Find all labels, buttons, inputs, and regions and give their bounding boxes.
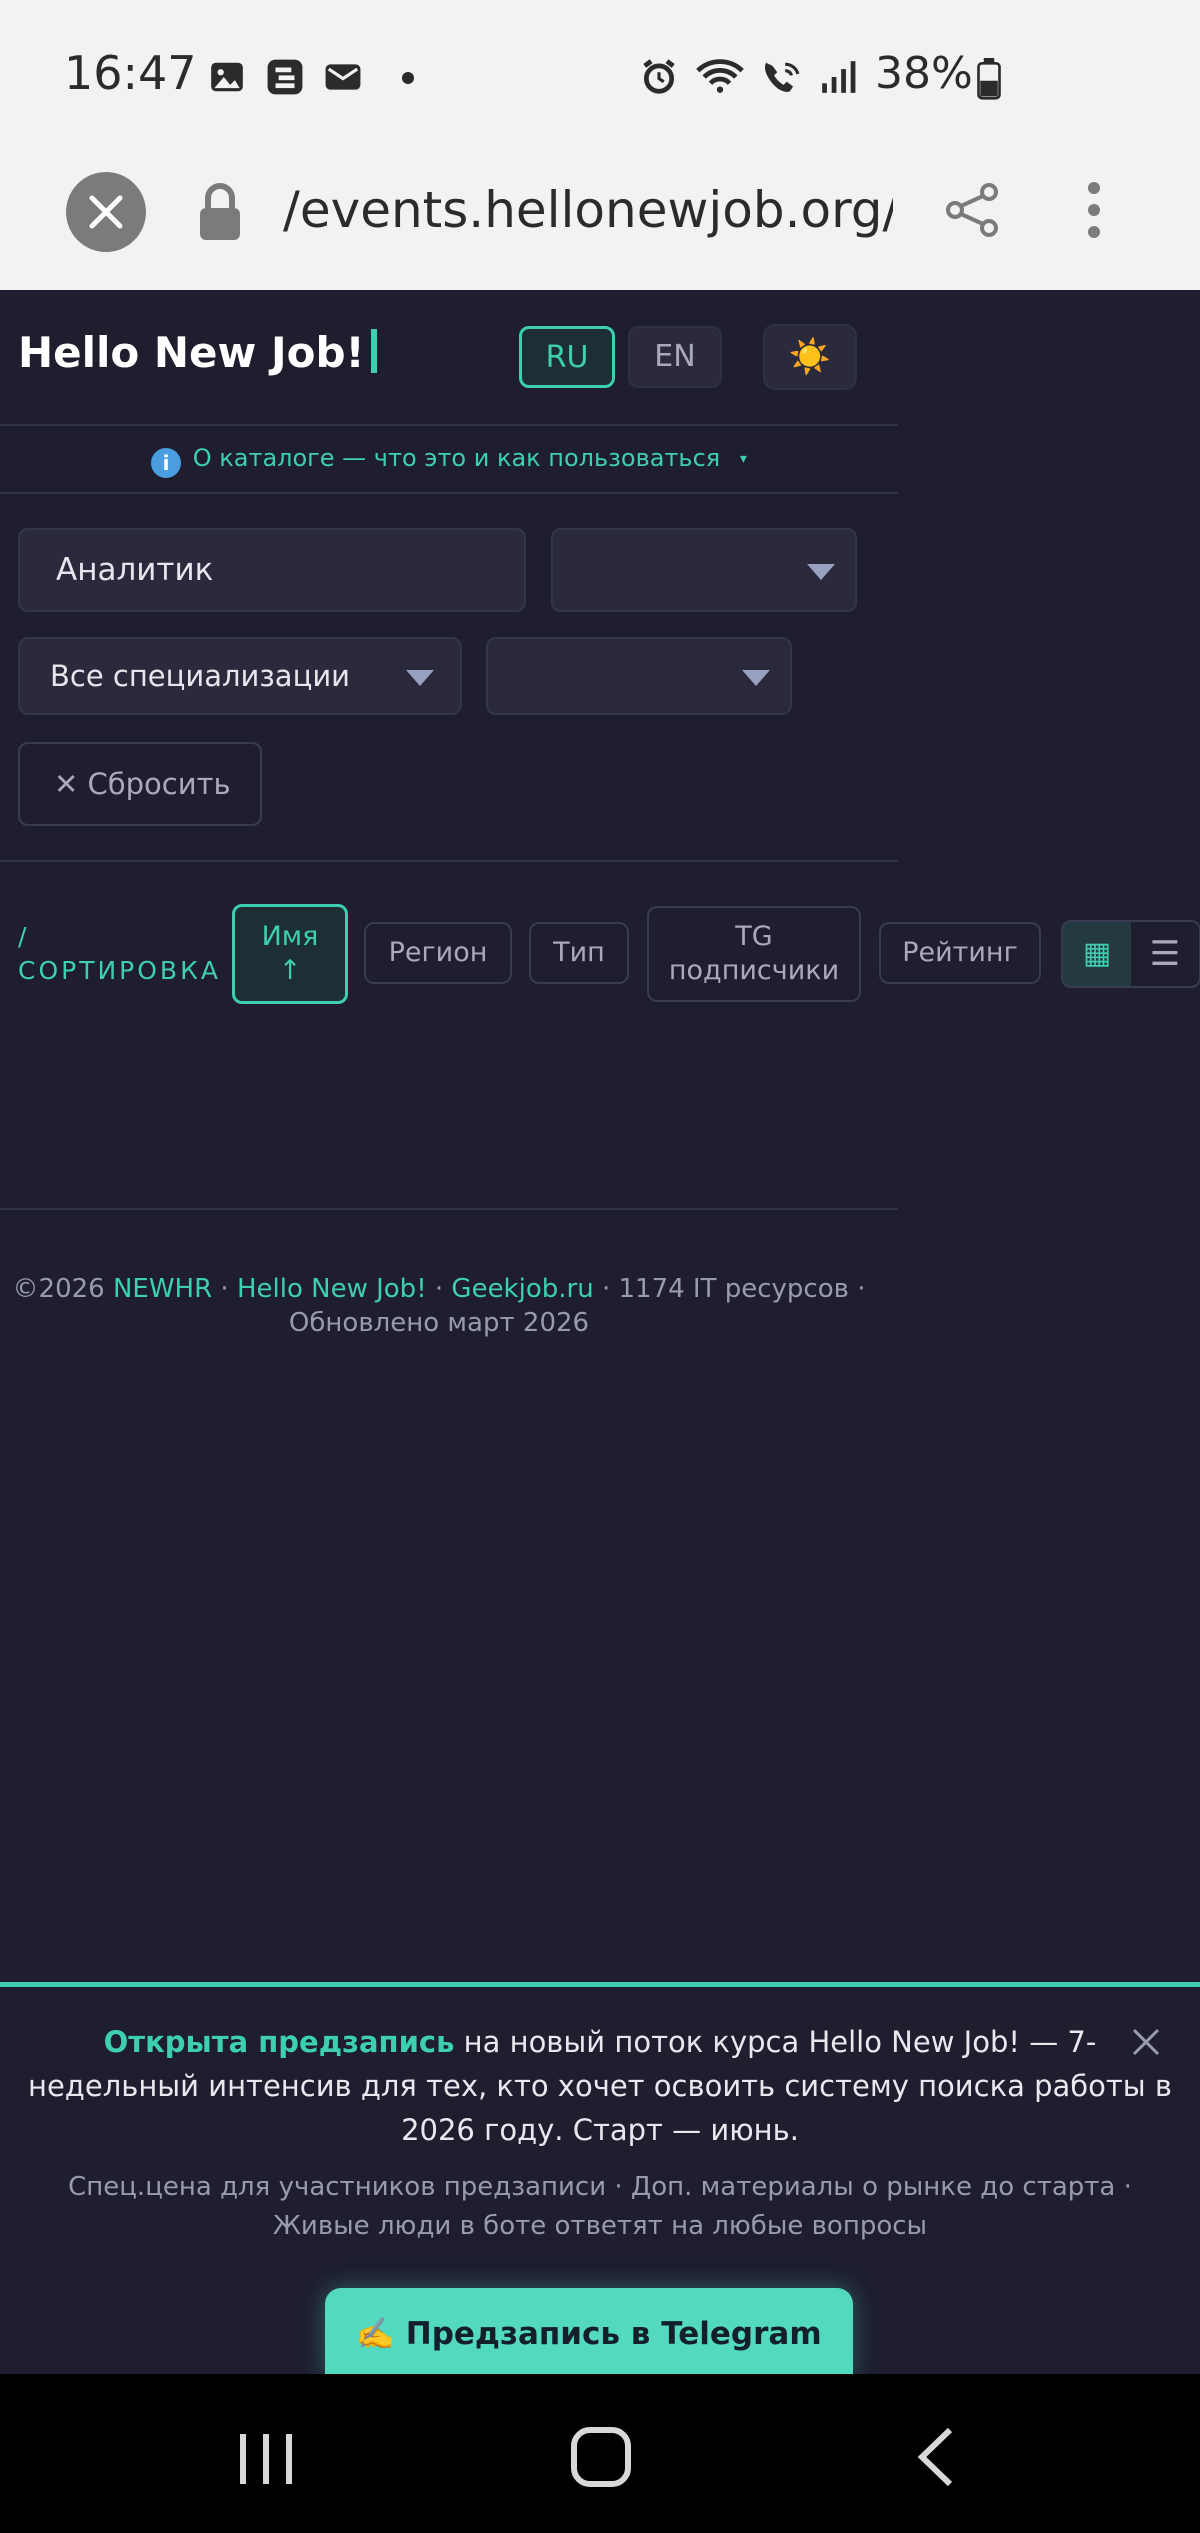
footer-link-geekjob[interactable]: Geekjob.ru <box>451 1274 593 1304</box>
banner-close-button[interactable] <box>1126 2022 1166 2062</box>
logo-text: Hello New Job! <box>18 328 365 377</box>
view-toggle: ▦ ☰ <box>1061 920 1200 988</box>
status-bar: 16:47 38% <box>0 0 1200 145</box>
filter-select[interactable] <box>551 528 857 612</box>
sort-label-text: СОРТИРОВКА <box>18 956 221 985</box>
footer-link-newhr[interactable]: NEWHR <box>113 1274 212 1304</box>
grid-view-icon[interactable]: ▦ <box>1063 922 1131 986</box>
status-time: 16:47 <box>64 46 197 100</box>
recent-apps-icon[interactable] <box>236 2428 296 2488</box>
wifi-icon <box>694 58 746 96</box>
chevron-down-icon <box>807 564 835 580</box>
reset-button[interactable]: ✕ Сбросить <box>18 742 262 826</box>
battery-icon <box>976 58 1002 100</box>
close-icon <box>1132 2028 1160 2056</box>
specialization-select[interactable]: Все специализации <box>18 637 462 715</box>
sun-icon: ☀️ <box>788 337 832 377</box>
chevron-down-icon <box>742 670 770 686</box>
close-tab-button[interactable] <box>66 172 146 252</box>
system-nav-bar <box>0 2374 1200 2533</box>
banner-text: Открыта предзапись на новый поток курса … <box>20 2020 1180 2152</box>
caret-down-icon: ▾ <box>739 451 747 467</box>
sort-type-button[interactable]: Тип <box>529 922 629 984</box>
signal-icon <box>816 58 860 96</box>
sort-tg-line1: TG <box>735 921 773 952</box>
search-input[interactable]: Аналитик <box>18 528 526 612</box>
sort-arrow-up-icon: ↑ <box>278 955 302 986</box>
footer-copyright: ©2026 <box>12 1274 105 1304</box>
dot-icon <box>402 72 414 84</box>
about-catalog-link[interactable]: i О каталоге — что это и как пользоватьс… <box>0 444 898 478</box>
sort-rating-button[interactable]: Рейтинг <box>879 922 1041 984</box>
lang-en-button[interactable]: EN <box>628 326 722 388</box>
footer-sep: · <box>212 1274 237 1304</box>
banner-highlight: Открыта предзапись <box>103 2025 455 2059</box>
app-icon <box>266 58 304 96</box>
specialization-value: Все специализации <box>50 659 351 693</box>
logo-cursor <box>370 329 377 373</box>
filter-select[interactable] <box>486 637 792 715</box>
sort-label: / СОРТИРОВКА <box>18 920 221 988</box>
divider <box>0 860 898 862</box>
gallery-icon <box>208 58 246 96</box>
telegram-signup-button[interactable]: ✍️ Предзапись в Telegram <box>325 2288 853 2376</box>
mail-icon <box>324 58 362 96</box>
sort-tg-line2: подписчики <box>668 955 840 986</box>
info-icon: i <box>151 448 182 478</box>
lock-icon <box>196 180 244 244</box>
sort-region-button[interactable]: Регион <box>364 922 512 984</box>
banner-subtext: Спец.цена для участников предзаписи · До… <box>68 2172 1132 2241</box>
sort-name-button[interactable]: Имя ↑ <box>232 904 348 1004</box>
wifi-call-icon <box>758 58 806 96</box>
chevron-down-icon <box>406 670 434 686</box>
footer-link-hellonewjob[interactable]: Hello New Job! <box>237 1274 427 1304</box>
lang-ru-button[interactable]: RU <box>519 326 615 388</box>
more-menu-icon[interactable] <box>1084 180 1104 240</box>
url-field[interactable]: /events.hellonewjob.org/c <box>283 178 893 242</box>
back-icon[interactable] <box>914 2426 958 2488</box>
footer: ©2026 NEWHR · Hello New Job! · Geekjob.r… <box>0 1272 878 1340</box>
share-icon[interactable] <box>945 182 1001 238</box>
sort-tg-subscribers-button[interactable]: TG подписчики <box>647 906 861 1002</box>
theme-toggle-button[interactable]: ☀️ <box>763 324 857 390</box>
site-logo[interactable]: Hello New Job! <box>18 328 377 377</box>
about-text: О каталоге — что это и как пользоваться <box>192 444 721 472</box>
divider <box>0 1208 898 1210</box>
footer-sep: · <box>426 1274 452 1304</box>
sort-name-label: Имя <box>261 921 319 952</box>
divider <box>0 492 898 494</box>
home-icon[interactable] <box>570 2426 632 2488</box>
sort-label-slash: / <box>18 922 30 951</box>
alarm-icon <box>640 58 678 96</box>
close-icon <box>89 195 123 229</box>
battery-percent: 38% <box>875 48 973 99</box>
list-view-icon[interactable]: ☰ <box>1131 922 1199 986</box>
divider <box>0 424 898 426</box>
